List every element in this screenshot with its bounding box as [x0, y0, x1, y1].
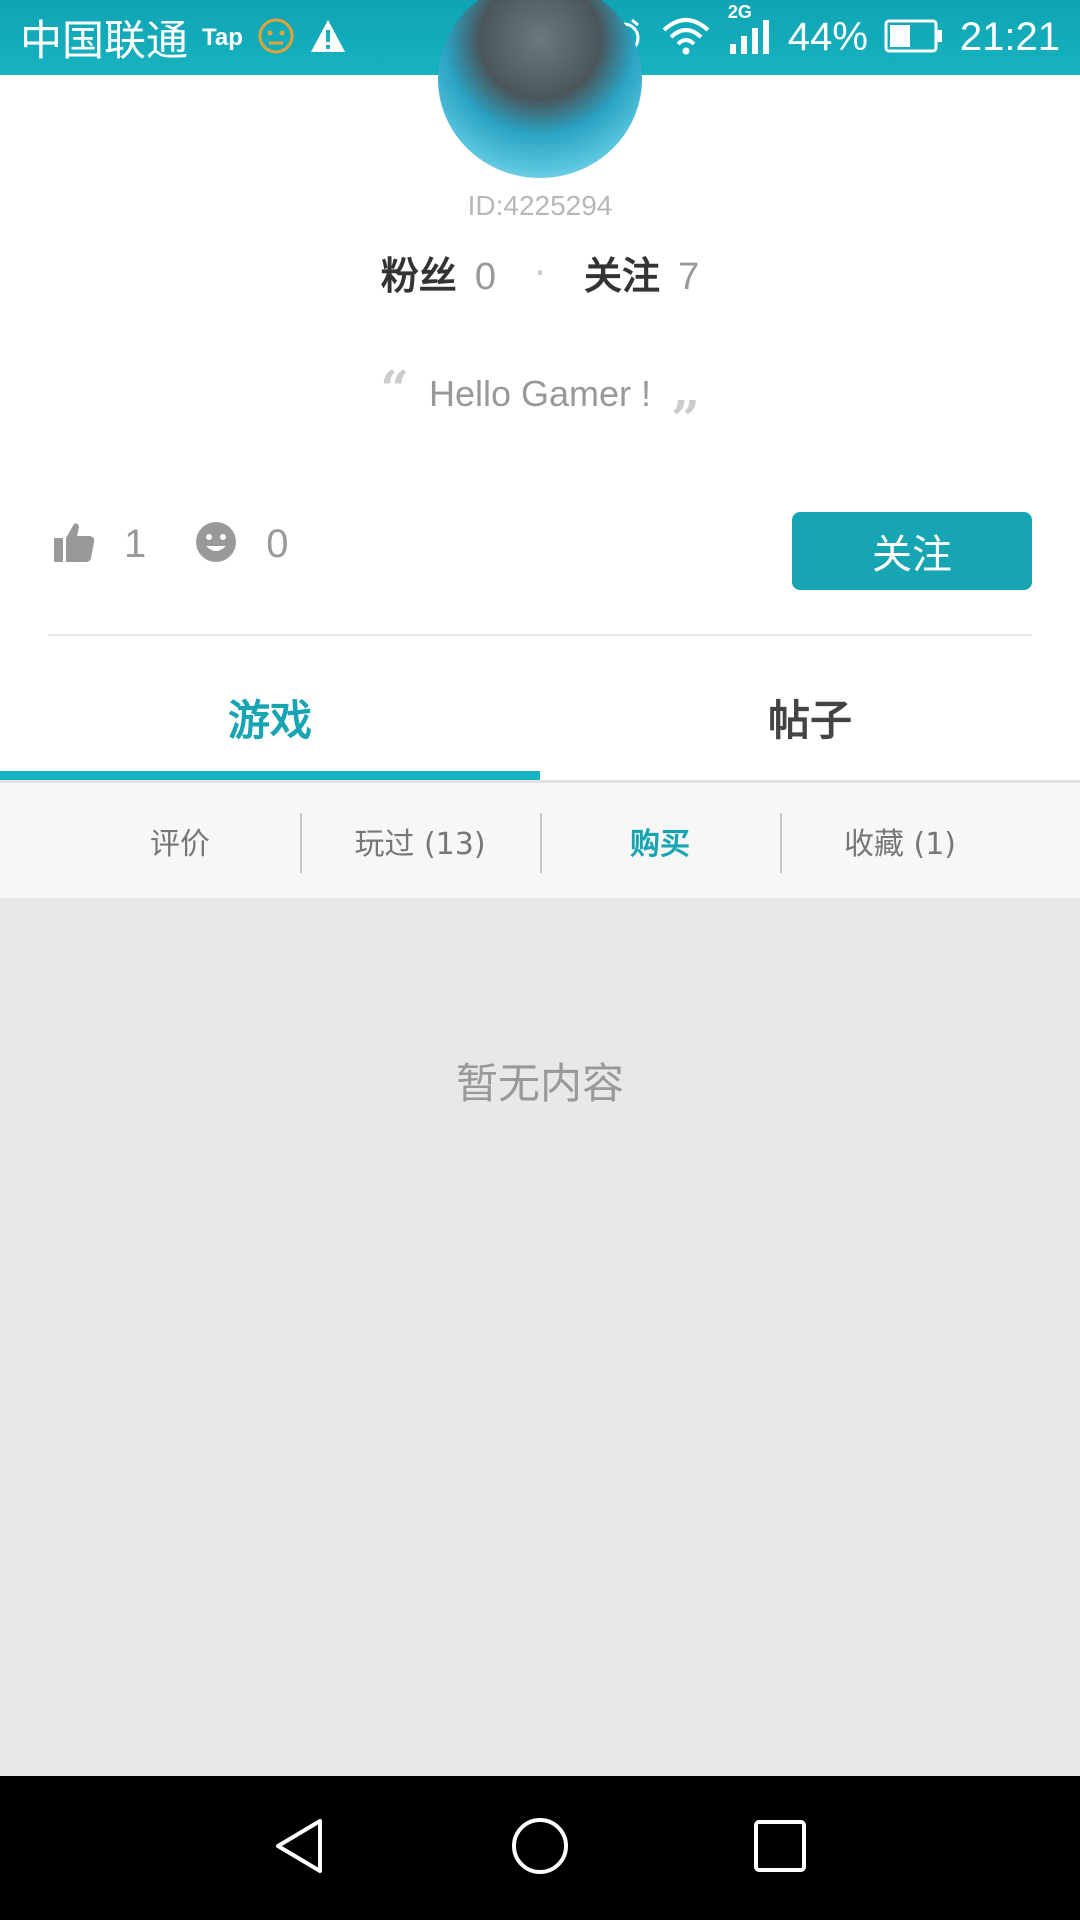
fans-stat[interactable]: 粉丝 0: [381, 245, 496, 300]
empty-state-text: 暂无内容: [455, 1059, 624, 1108]
recents-button[interactable]: [735, 1803, 825, 1893]
user-id: ID:4225294: [467, 190, 613, 221]
follow-stats: 粉丝 0 · 关注 7: [0, 245, 1080, 300]
home-button[interactable]: [495, 1803, 585, 1893]
tap-app-label: Tap: [202, 23, 243, 51]
subtab-reviews[interactable]: 评价: [60, 783, 300, 898]
status-bar-right: 2G 44% 21:21: [604, 2, 1060, 60]
warning-icon: [309, 18, 347, 58]
subtab-played[interactable]: 玩过 (13): [300, 783, 540, 898]
like-count: 1: [124, 521, 147, 566]
recents-icon: [752, 1818, 808, 1878]
wifi-icon: [660, 16, 712, 60]
subtab-purchased[interactable]: 购买: [540, 783, 780, 898]
signal-icon: 2G: [728, 2, 772, 60]
tab-games[interactable]: 游戏: [0, 655, 540, 780]
stats-separator: ·: [533, 250, 547, 295]
smile-count: 0: [266, 521, 289, 566]
close-quote-icon: ”: [671, 389, 700, 448]
network-type: 2G: [727, 1, 752, 22]
tab-posts[interactable]: 帖子: [540, 655, 1080, 780]
clock: 21:21: [959, 15, 1060, 59]
following-label: 关注: [584, 254, 661, 298]
navigation-bar: [0, 1776, 1080, 1920]
battery-icon: [884, 18, 944, 58]
main-tabs: 游戏 帖子: [0, 655, 1080, 780]
divider: [48, 634, 1032, 636]
carrier-name: 中国联通: [20, 16, 189, 65]
thumbs-up-icon: [52, 520, 96, 568]
sub-tabs: 评价 玩过 (13) 购买 收藏 (1): [0, 783, 1080, 898]
like-reaction[interactable]: 1: [52, 520, 146, 568]
home-icon: [510, 1816, 570, 1880]
following-count: 7: [678, 256, 700, 298]
subtab-favorites[interactable]: 收藏 (1): [780, 783, 1020, 898]
battery-percent: 44%: [787, 15, 868, 59]
bio-text: Hello Gamer !: [428, 373, 652, 414]
open-quote-icon: “: [380, 359, 409, 418]
back-button[interactable]: [255, 1803, 345, 1893]
fans-count: 0: [474, 256, 496, 298]
follow-button[interactable]: 关注: [792, 512, 1032, 590]
bio-quote: “ Hello Gamer ! ”: [0, 359, 1080, 448]
back-icon: [272, 1816, 328, 1880]
smile-icon: [194, 520, 238, 568]
following-stat[interactable]: 关注 7: [584, 245, 699, 300]
content-area: 暂无内容: [0, 898, 1080, 1776]
fans-label: 粉丝: [380, 254, 457, 298]
face-icon: [257, 17, 295, 59]
avatar[interactable]: [438, 0, 642, 178]
smile-reaction[interactable]: 0: [194, 520, 289, 568]
reactions: 1 0: [52, 520, 337, 568]
